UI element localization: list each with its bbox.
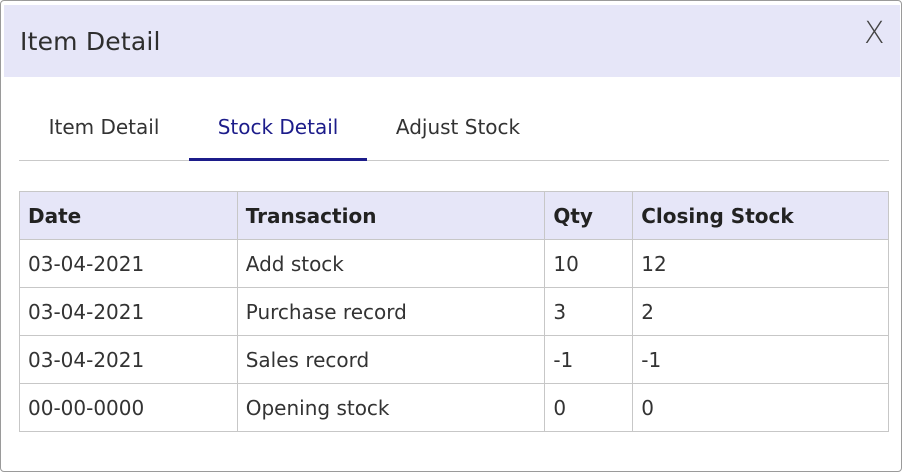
table-row[interactable]: 00-00-0000 Opening stock 0 0 <box>19 383 889 432</box>
dialog-title: Item Detail <box>20 27 161 56</box>
column-header-qty[interactable]: Qty <box>544 191 634 240</box>
table-header-row: Date Transaction Qty Closing Stock <box>19 191 889 240</box>
tab-stock-detail[interactable]: Stock Detail <box>189 101 367 161</box>
table-row[interactable]: 03-04-2021 Purchase record 3 2 <box>19 287 889 336</box>
cell-qty: 3 <box>544 287 634 336</box>
tab-bar: Item Detail Stock Detail Adjust Stock <box>19 101 889 161</box>
cell-date: 03-04-2021 <box>19 239 238 288</box>
cell-qty: 0 <box>544 383 634 432</box>
cell-closing-stock: -1 <box>632 335 889 384</box>
cell-transaction: Purchase record <box>236 287 546 336</box>
column-header-closing-stock[interactable]: Closing Stock <box>632 191 889 240</box>
cell-transaction: Sales record <box>236 335 546 384</box>
cell-transaction: Add stock <box>236 239 546 288</box>
cell-date: 00-00-0000 <box>19 383 238 432</box>
table-row[interactable]: 03-04-2021 Sales record -1 -1 <box>19 335 889 384</box>
tab-adjust-stock[interactable]: Adjust Stock <box>367 101 549 160</box>
cell-transaction: Opening stock <box>236 383 546 432</box>
table-row[interactable]: 03-04-2021 Add stock 10 12 <box>19 239 889 288</box>
cell-date: 03-04-2021 <box>19 287 238 336</box>
item-detail-dialog: Item Detail X Item Detail Stock Detail A… <box>0 0 902 472</box>
close-button[interactable]: X <box>864 19 890 49</box>
cell-closing-stock: 0 <box>632 383 889 432</box>
cell-qty: -1 <box>544 335 634 384</box>
cell-date: 03-04-2021 <box>19 335 238 384</box>
dialog-header: Item Detail X <box>4 5 900 77</box>
cell-qty: 10 <box>544 239 634 288</box>
cell-closing-stock: 2 <box>632 287 889 336</box>
stock-detail-table: Date Transaction Qty Closing Stock 03-04… <box>19 191 889 432</box>
cell-closing-stock: 12 <box>632 239 889 288</box>
tab-item-detail[interactable]: Item Detail <box>19 101 189 160</box>
column-header-transaction[interactable]: Transaction <box>236 191 546 240</box>
column-header-date[interactable]: Date <box>19 191 238 240</box>
